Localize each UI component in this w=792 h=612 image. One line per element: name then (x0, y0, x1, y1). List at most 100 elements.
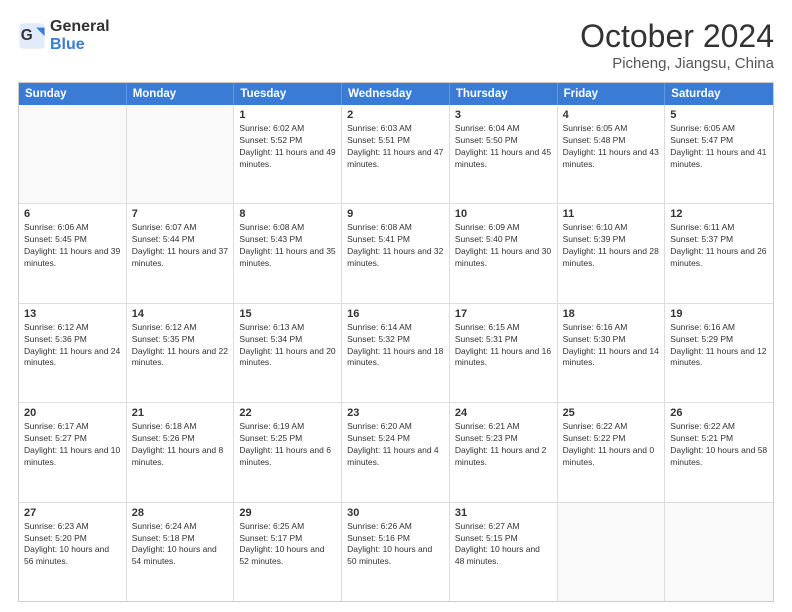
cell-details: Sunrise: 6:24 AM Sunset: 5:18 PM Dayligh… (132, 521, 217, 567)
calendar-cell: 30 Sunrise: 6:26 AM Sunset: 5:16 PM Dayli… (342, 503, 450, 601)
header-day-friday: Friday (558, 83, 666, 105)
calendar-row-4: 20 Sunrise: 6:17 AM Sunset: 5:27 PM Dayli… (19, 403, 773, 502)
cell-details: Sunrise: 6:19 AM Sunset: 5:25 PM Dayligh… (239, 421, 331, 467)
calendar-cell: 5 Sunrise: 6:05 AM Sunset: 5:47 PM Daylig… (665, 105, 773, 203)
cell-details: Sunrise: 6:25 AM Sunset: 5:17 PM Dayligh… (239, 521, 324, 567)
cell-details: Sunrise: 6:23 AM Sunset: 5:20 PM Dayligh… (24, 521, 109, 567)
logo-general: General (50, 18, 110, 35)
cell-details: Sunrise: 6:15 AM Sunset: 5:31 PM Dayligh… (455, 322, 551, 368)
cell-details: Sunrise: 6:03 AM Sunset: 5:51 PM Dayligh… (347, 123, 443, 169)
calendar-row-2: 6 Sunrise: 6:06 AM Sunset: 5:45 PM Daylig… (19, 204, 773, 303)
calendar-cell: 3 Sunrise: 6:04 AM Sunset: 5:50 PM Daylig… (450, 105, 558, 203)
calendar-cell: 13 Sunrise: 6:12 AM Sunset: 5:36 PM Dayli… (19, 304, 127, 402)
calendar-cell: 17 Sunrise: 6:15 AM Sunset: 5:31 PM Dayli… (450, 304, 558, 402)
cell-details: Sunrise: 6:26 AM Sunset: 5:16 PM Dayligh… (347, 521, 432, 567)
day-number: 18 (563, 308, 660, 320)
cell-details: Sunrise: 6:06 AM Sunset: 5:45 PM Dayligh… (24, 222, 120, 268)
cell-details: Sunrise: 6:11 AM Sunset: 5:37 PM Dayligh… (670, 222, 766, 268)
day-number: 2 (347, 109, 444, 121)
cell-details: Sunrise: 6:20 AM Sunset: 5:24 PM Dayligh… (347, 421, 439, 467)
cell-details: Sunrise: 6:16 AM Sunset: 5:29 PM Dayligh… (670, 322, 766, 368)
logo: G General Blue (18, 18, 110, 54)
cell-details: Sunrise: 6:04 AM Sunset: 5:50 PM Dayligh… (455, 123, 551, 169)
month-title: October 2024 (580, 18, 774, 55)
calendar-cell: 7Sunrise: 6:07 AM Sunset: 5:44 PM Daylig… (127, 204, 235, 302)
cell-details: Sunrise: 6:22 AM Sunset: 5:21 PM Dayligh… (670, 421, 767, 467)
cell-details: Sunrise: 6:09 AM Sunset: 5:40 PM Dayligh… (455, 222, 551, 268)
day-number: 10 (455, 208, 552, 220)
cell-details: Sunrise: 6:22 AM Sunset: 5:22 PM Dayligh… (563, 421, 655, 467)
day-number: 15 (239, 308, 336, 320)
calendar: SundayMondayTuesdayWednesdayThursdayFrid… (18, 82, 774, 602)
calendar-cell: 1Sunrise: 6:02 AM Sunset: 5:52 PM Daylig… (234, 105, 342, 203)
cell-details: Sunrise: 6:27 AM Sunset: 5:15 PM Dayligh… (455, 521, 540, 567)
cell-details: Sunrise: 6:05 AM Sunset: 5:48 PM Dayligh… (563, 123, 659, 169)
day-number: 8 (239, 208, 336, 220)
cell-details: Sunrise: 6:16 AM Sunset: 5:30 PM Dayligh… (563, 322, 659, 368)
location: Picheng, Jiangsu, China (580, 55, 774, 72)
cell-details: Sunrise: 6:07 AM Sunset: 5:44 PM Dayligh… (132, 222, 228, 268)
day-number: 29 (239, 507, 336, 519)
calendar-cell (665, 503, 773, 601)
day-number: 21 (132, 407, 229, 419)
calendar-cell: 14Sunrise: 6:12 AM Sunset: 5:35 PM Dayli… (127, 304, 235, 402)
day-number: 9 (347, 208, 444, 220)
calendar-cell: 4 Sunrise: 6:05 AM Sunset: 5:48 PM Daylig… (558, 105, 666, 203)
calendar-cell: 10 Sunrise: 6:09 AM Sunset: 5:40 PM Dayli… (450, 204, 558, 302)
title-block: October 2024 Picheng, Jiangsu, China (580, 18, 774, 72)
day-number: 4 (563, 109, 660, 121)
calendar-cell: 15 Sunrise: 6:13 AM Sunset: 5:34 PM Dayli… (234, 304, 342, 402)
calendar-cell: 20 Sunrise: 6:17 AM Sunset: 5:27 PM Dayli… (19, 403, 127, 501)
calendar-page: G General Blue October 2024 Picheng, Jia… (0, 0, 792, 612)
day-number: 25 (563, 407, 660, 419)
calendar-cell: 25 Sunrise: 6:22 AM Sunset: 5:22 PM Dayli… (558, 403, 666, 501)
calendar-cell: 31 Sunrise: 6:27 AM Sunset: 5:15 PM Dayli… (450, 503, 558, 601)
day-number: 30 (347, 507, 444, 519)
calendar-cell: 16Sunrise: 6:14 AM Sunset: 5:32 PM Dayli… (342, 304, 450, 402)
calendar-cell: 21 Sunrise: 6:18 AM Sunset: 5:26 PM Dayli… (127, 403, 235, 501)
calendar-cell: 12Sunrise: 6:11 AM Sunset: 5:37 PM Dayli… (665, 204, 773, 302)
header-day-thursday: Thursday (450, 83, 558, 105)
day-number: 11 (563, 208, 660, 220)
logo-blue: Blue (50, 36, 85, 53)
day-number: 26 (670, 407, 768, 419)
day-number: 19 (670, 308, 768, 320)
cell-details: Sunrise: 6:02 AM Sunset: 5:52 PM Dayligh… (239, 123, 335, 169)
day-number: 20 (24, 407, 121, 419)
calendar-cell: 19 Sunrise: 6:16 AM Sunset: 5:29 PM Dayli… (665, 304, 773, 402)
day-number: 31 (455, 507, 552, 519)
calendar-row-3: 13 Sunrise: 6:12 AM Sunset: 5:36 PM Dayli… (19, 304, 773, 403)
calendar-cell (558, 503, 666, 601)
cell-details: Sunrise: 6:18 AM Sunset: 5:26 PM Dayligh… (132, 421, 224, 467)
day-number: 6 (24, 208, 121, 220)
day-number: 22 (239, 407, 336, 419)
header-day-sunday: Sunday (19, 83, 127, 105)
cell-details: Sunrise: 6:13 AM Sunset: 5:34 PM Dayligh… (239, 322, 335, 368)
cell-details: Sunrise: 6:17 AM Sunset: 5:27 PM Dayligh… (24, 421, 120, 467)
day-number: 3 (455, 109, 552, 121)
day-number: 17 (455, 308, 552, 320)
cell-details: Sunrise: 6:05 AM Sunset: 5:47 PM Dayligh… (670, 123, 766, 169)
page-header: G General Blue October 2024 Picheng, Jia… (18, 18, 774, 72)
cell-details: Sunrise: 6:12 AM Sunset: 5:36 PM Dayligh… (24, 322, 120, 368)
calendar-cell: 23Sunrise: 6:20 AM Sunset: 5:24 PM Dayli… (342, 403, 450, 501)
day-number: 27 (24, 507, 121, 519)
header-day-monday: Monday (127, 83, 235, 105)
day-number: 24 (455, 407, 552, 419)
calendar-row-1: 1Sunrise: 6:02 AM Sunset: 5:52 PM Daylig… (19, 105, 773, 204)
calendar-cell: 6 Sunrise: 6:06 AM Sunset: 5:45 PM Daylig… (19, 204, 127, 302)
calendar-cell: 24 Sunrise: 6:21 AM Sunset: 5:23 PM Dayli… (450, 403, 558, 501)
svg-text:G: G (21, 27, 33, 44)
cell-details: Sunrise: 6:21 AM Sunset: 5:23 PM Dayligh… (455, 421, 547, 467)
calendar-cell: 26 Sunrise: 6:22 AM Sunset: 5:21 PM Dayli… (665, 403, 773, 501)
calendar-cell: 9Sunrise: 6:08 AM Sunset: 5:41 PM Daylig… (342, 204, 450, 302)
day-number: 13 (24, 308, 121, 320)
logo-text: General Blue (50, 18, 110, 54)
calendar-cell: 2 Sunrise: 6:03 AM Sunset: 5:51 PM Daylig… (342, 105, 450, 203)
calendar-cell: 22 Sunrise: 6:19 AM Sunset: 5:25 PM Dayli… (234, 403, 342, 501)
calendar-cell (19, 105, 127, 203)
calendar-cell: 27 Sunrise: 6:23 AM Sunset: 5:20 PM Dayli… (19, 503, 127, 601)
day-number: 5 (670, 109, 768, 121)
calendar-cell: 18 Sunrise: 6:16 AM Sunset: 5:30 PM Dayli… (558, 304, 666, 402)
calendar-cell (127, 105, 235, 203)
